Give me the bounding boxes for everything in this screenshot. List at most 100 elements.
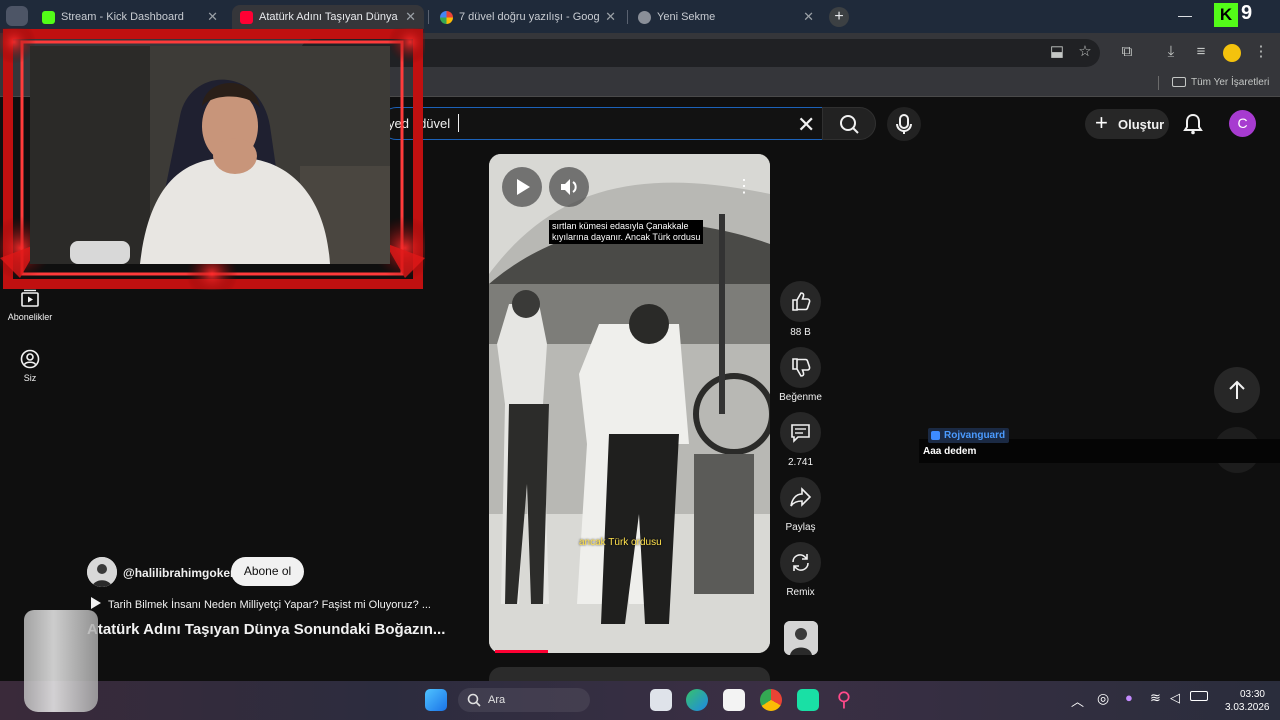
windows-start-icon[interactable] bbox=[425, 689, 447, 711]
download-icon[interactable]: ⤓ bbox=[1162, 43, 1180, 61]
kick-favicon-icon bbox=[42, 10, 55, 24]
tray-app-icon[interactable]: ◎ bbox=[1097, 690, 1109, 707]
caption-line: kıyılarına dayanır. Ancak Türk ordusu bbox=[552, 232, 701, 242]
original-audio-thumbnail[interactable] bbox=[784, 621, 818, 655]
microphone-icon bbox=[896, 114, 912, 134]
channel-avatar-image bbox=[87, 557, 117, 587]
remix-button[interactable] bbox=[780, 542, 821, 583]
tab-new-tab[interactable]: Yeni Sekme ✕ bbox=[630, 5, 822, 29]
minimize-button[interactable]: — bbox=[1178, 7, 1192, 23]
dislike-button[interactable] bbox=[780, 347, 821, 388]
notifications-bell-icon[interactable] bbox=[1183, 113, 1203, 135]
clear-search-icon[interactable]: ✕ bbox=[797, 112, 815, 138]
microsoft-store-icon[interactable] bbox=[723, 689, 745, 711]
comment-icon bbox=[791, 424, 810, 443]
system-clock[interactable]: 03:30 3.03.2026 bbox=[1225, 688, 1270, 714]
plus-icon: + bbox=[1095, 110, 1108, 135]
menu-kebab-icon[interactable]: ⋮ bbox=[1252, 43, 1270, 61]
sidebar-item-label: Abonelikler bbox=[7, 312, 53, 322]
tab-title: Stream - Kick Dashboard bbox=[61, 11, 184, 23]
close-tab-icon[interactable]: ✕ bbox=[605, 9, 616, 25]
taskbar-search-label[interactable]: Ara bbox=[488, 694, 505, 706]
bookmarks-separator bbox=[1158, 76, 1159, 90]
share-label: Paylaş bbox=[785, 522, 816, 533]
arrow-up-icon bbox=[1229, 380, 1245, 399]
volume-button[interactable] bbox=[549, 167, 589, 207]
related-video-link[interactable]: Tarih Bilmek İnsanı Neden Milliyetçi Yap… bbox=[90, 597, 431, 611]
kick-counter: 9 bbox=[1241, 2, 1253, 24]
tab-separator bbox=[428, 10, 429, 24]
folder-icon[interactable] bbox=[1172, 77, 1186, 87]
channel-name[interactable]: @halilibrahimgoker bbox=[123, 566, 235, 580]
remix-icon bbox=[792, 554, 809, 571]
share-icon bbox=[790, 487, 812, 507]
webcam-video bbox=[30, 46, 390, 264]
install-app-icon[interactable]: ⬓ bbox=[1048, 43, 1066, 61]
subscribe-button[interactable]: Abone ol bbox=[231, 557, 304, 586]
search-button[interactable] bbox=[822, 107, 876, 140]
bookmark-star-icon[interactable]: ☆ bbox=[1076, 43, 1094, 61]
close-tab-icon[interactable]: ✕ bbox=[803, 9, 814, 25]
tab-kick-dashboard[interactable]: Stream - Kick Dashboard ✕ bbox=[34, 5, 226, 29]
tab-separator bbox=[627, 10, 628, 24]
kick-app-icon[interactable] bbox=[797, 689, 819, 711]
play-icon bbox=[91, 597, 101, 609]
related-video-title: Tarih Bilmek İnsanı Neden Milliyetçi Yap… bbox=[108, 599, 431, 611]
profile-icon[interactable] bbox=[6, 6, 28, 26]
search-icon bbox=[467, 693, 481, 707]
voice-search-button[interactable] bbox=[887, 107, 921, 141]
sidebar-item-label: Siz bbox=[23, 373, 37, 383]
task-view-icon[interactable] bbox=[650, 689, 672, 711]
play-button[interactable] bbox=[502, 167, 542, 207]
chrome-icon[interactable] bbox=[760, 689, 782, 711]
speaker-icon[interactable]: ◁ bbox=[1170, 690, 1180, 706]
burned-in-caption: sırtlan kümesi edasıyla Çanakkale kıyıla… bbox=[549, 220, 704, 244]
create-label[interactable]: Oluştur bbox=[1118, 117, 1164, 132]
channel-avatar[interactable] bbox=[87, 557, 117, 587]
streamer-webcam-image bbox=[30, 46, 390, 264]
account-avatar[interactable]: C bbox=[1229, 110, 1256, 137]
tray-chevron-icon[interactable]: ︿ bbox=[1071, 691, 1084, 710]
tab-youtube-short[interactable]: Atatürk Adını Taşıyan Dünya Sonundaki Bo… bbox=[232, 5, 424, 29]
sidebar-item-subscriptions[interactable]: Abonelikler bbox=[0, 288, 60, 322]
battery-icon[interactable] bbox=[1190, 691, 1208, 701]
tab-title: Yeni Sekme bbox=[657, 11, 716, 23]
play-icon bbox=[517, 179, 530, 195]
video-progress-bar[interactable] bbox=[495, 650, 548, 653]
extensions-icon[interactable]: ⧉ bbox=[1118, 43, 1136, 61]
microphone-icon[interactable]: ● bbox=[1125, 690, 1133, 705]
all-bookmarks-label[interactable]: Tüm Yer İşaretleri bbox=[1191, 77, 1269, 88]
media-control-icon[interactable]: ≡ bbox=[1192, 43, 1210, 61]
remix-label: Remix bbox=[786, 587, 815, 598]
wifi-icon[interactable]: ≋ bbox=[1150, 690, 1161, 706]
subscriptions-icon bbox=[21, 289, 39, 307]
tab-title: Atatürk Adını Taşıyan Dünya Sonundaki Bo… bbox=[259, 11, 399, 23]
kick-logo-icon: K bbox=[1214, 3, 1238, 27]
like-count: 88 B bbox=[790, 327, 811, 338]
clock-date: 3.03.2026 bbox=[1225, 702, 1270, 713]
sidebar-item-you[interactable]: Siz bbox=[0, 349, 60, 383]
extension-icon[interactable] bbox=[1223, 44, 1241, 62]
caption-line: sırtlan kümesi edasıyla Çanakkale bbox=[552, 221, 689, 231]
windows-taskbar bbox=[0, 681, 1280, 720]
more-options-icon[interactable]: ⋮ bbox=[735, 176, 753, 197]
like-icon bbox=[792, 292, 811, 311]
comments-button[interactable] bbox=[780, 412, 821, 453]
tab-google-search[interactable]: 7 düvel doğru yazılışı - Google ✕ bbox=[432, 5, 624, 29]
youtube-favicon-icon bbox=[240, 10, 253, 24]
chrome-favicon-icon bbox=[638, 10, 651, 24]
previous-short-button[interactable] bbox=[1214, 367, 1260, 413]
new-tab-button[interactable]: + bbox=[829, 7, 849, 27]
share-button[interactable] bbox=[780, 477, 821, 518]
like-button[interactable] bbox=[780, 281, 821, 322]
chat-username: Rojvanguard bbox=[928, 428, 1010, 443]
dislike-label: Beğenme bbox=[779, 392, 822, 403]
close-tab-icon[interactable]: ✕ bbox=[207, 9, 218, 25]
short-title: Atatürk Adını Taşıyan Dünya Sonundaki Bo… bbox=[87, 621, 446, 638]
edge-browser-icon[interactable] bbox=[686, 689, 708, 711]
close-tab-icon[interactable]: ✕ bbox=[405, 9, 416, 25]
video-subtitle: ancak Türk ordusu bbox=[579, 537, 662, 548]
search-icon bbox=[840, 115, 859, 134]
maps-pin-icon[interactable]: ⚲ bbox=[833, 689, 855, 711]
tab-title: 7 düvel doğru yazılışı - Google bbox=[459, 11, 600, 23]
